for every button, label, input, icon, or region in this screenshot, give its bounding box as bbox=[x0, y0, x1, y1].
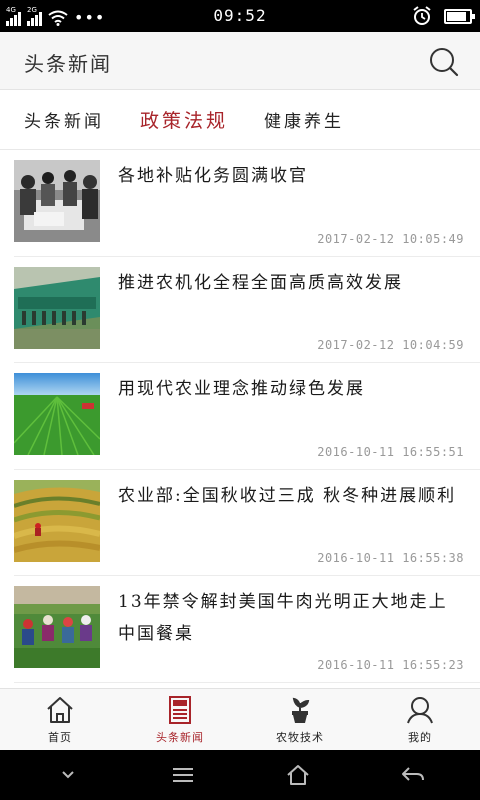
news-item[interactable]: 农业部:全国秋收过三成 秋冬种进展顺利 2016-10-11 16:55:38 bbox=[14, 470, 480, 576]
user-icon bbox=[407, 697, 433, 724]
nav-news[interactable]: 头条新闻 bbox=[120, 689, 240, 750]
farmers-field-photo bbox=[14, 586, 100, 668]
nav-tech[interactable]: 农牧技术 bbox=[240, 689, 360, 750]
news-date: 2016-10-11 16:55:51 bbox=[317, 444, 464, 459]
search-icon[interactable] bbox=[428, 46, 460, 78]
news-item[interactable]: 推进农机化全程全面高质高效发展 2017-02-12 10:04:59 bbox=[14, 257, 480, 363]
people-meeting-photo bbox=[14, 160, 100, 242]
tab-headlines[interactable]: 头条新闻 bbox=[24, 107, 104, 132]
rice-terrace-photo bbox=[14, 479, 100, 562]
nav-label-news: 头条新闻 bbox=[156, 731, 204, 744]
back-icon[interactable] bbox=[397, 759, 429, 791]
green-field-photo bbox=[14, 373, 100, 455]
battery-icon bbox=[444, 8, 475, 24]
page-title: 头条新闻 bbox=[24, 52, 112, 76]
status-bar: 4G 2G ••• 09:52 bbox=[0, 0, 480, 32]
clock: 09:52 bbox=[213, 6, 267, 25]
battery-fill bbox=[447, 11, 466, 21]
news-date: 2016-10-11 16:55:38 bbox=[317, 551, 464, 565]
nav-label-profile: 我的 bbox=[408, 731, 432, 744]
newspaper-icon bbox=[169, 696, 191, 724]
system-nav-bar bbox=[0, 750, 480, 800]
status-right bbox=[412, 6, 475, 26]
tab-health[interactable]: 健康养生 bbox=[264, 107, 344, 132]
news-date: 2016-10-11 16:55:23 bbox=[317, 657, 464, 672]
tab-policy[interactable]: 政策法规 bbox=[140, 106, 228, 133]
news-date: 2017-02-12 10:04:59 bbox=[317, 338, 464, 352]
news-title: 13年禁令解封美国牛肉光明正大地走上中国餐桌 bbox=[118, 592, 448, 644]
system-home-icon[interactable] bbox=[282, 759, 314, 791]
news-item[interactable]: 用现代农业理念推动绿色发展 2016-10-11 16:55:51 bbox=[14, 363, 480, 470]
alarm-icon bbox=[413, 6, 431, 25]
nav-label-home: 首页 bbox=[48, 731, 72, 744]
news-item[interactable]: 各地补贴化务圆满收官 2017-02-12 10:05:49 bbox=[14, 150, 480, 257]
nav-home[interactable]: 首页 bbox=[0, 689, 120, 750]
nav-profile[interactable]: 我的 bbox=[360, 689, 480, 750]
bottom-nav: 首页 头条新闻 农牧技术 我的 bbox=[0, 688, 480, 750]
news-item[interactable]: 13年禁令解封美国牛肉光明正大地走上中国餐桌 2016-10-11 16:55:… bbox=[14, 576, 480, 683]
news-title: 推进农机化全程全面高质高效发展 bbox=[118, 272, 403, 293]
menu-icon[interactable] bbox=[167, 759, 199, 791]
news-date: 2017-02-12 10:05:49 bbox=[317, 231, 464, 246]
plant-pot-icon bbox=[292, 697, 310, 723]
farm-machinery-photo bbox=[14, 266, 100, 349]
news-title: 农业部:全国秋收过三成 秋冬种进展顺利 bbox=[118, 485, 457, 506]
news-list: 各地补贴化务圆满收官 2017-02-12 10:05:49 推进农机化全程全面… bbox=[0, 150, 480, 688]
chevron-down-icon[interactable] bbox=[52, 759, 84, 791]
nav-label-tech: 农牧技术 bbox=[276, 731, 324, 744]
app-header: 头条新闻 bbox=[0, 32, 480, 90]
news-title: 用现代农业理念推动绿色发展 bbox=[118, 379, 365, 399]
home-icon bbox=[47, 697, 73, 723]
news-title: 各地补贴化务圆满收官 bbox=[118, 166, 308, 186]
category-tabs: 头条新闻 政策法规 健康养生 bbox=[0, 90, 480, 150]
